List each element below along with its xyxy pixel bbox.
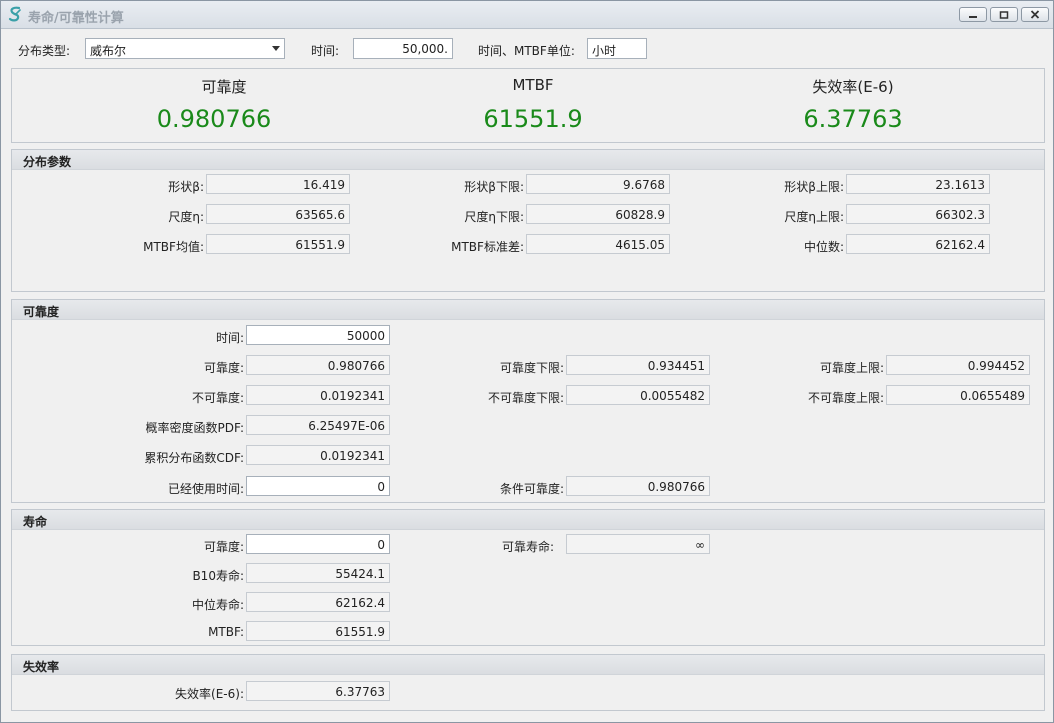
cond-rel-value: 0.980766 (566, 476, 710, 496)
shape-high-label: 形状β上限: (784, 180, 844, 194)
unrel-high-label: 不可靠度上限: (807, 391, 884, 405)
scale-high-label: 尺度η上限: (784, 210, 844, 224)
title-bar[interactable]: 寿命/可靠性计算 (1, 1, 1053, 29)
rel-life-label: 可靠寿命: (501, 540, 554, 554)
median-label: 中位数: (803, 240, 844, 254)
shape-value: 16.419 (206, 174, 350, 194)
distribution-type-select[interactable]: 威布尔 (85, 38, 285, 59)
unrel-value: 0.0192341 (246, 385, 390, 405)
maximize-button[interactable] (990, 7, 1018, 22)
unrel-low-label: 不可靠度下限: (487, 391, 564, 405)
b10-life-value: 55424.1 (246, 563, 390, 583)
distribution-params-panel: 分布参数 形状β: 16.419 形状β下限: 9.6768 形状β上限: 23… (11, 149, 1045, 292)
shape-high-value: 23.1613 (846, 174, 990, 194)
summary-failure-label: 失效率(E-6) (812, 78, 894, 96)
life-rel-input[interactable]: 0 (246, 534, 390, 554)
unit-label: 时间、MTBF单位: (478, 44, 575, 58)
minimize-button[interactable] (959, 7, 987, 22)
mtbf-std-value: 4615.05 (526, 234, 670, 254)
life-title: 寿命 (12, 510, 1044, 530)
distribution-params-title: 分布参数 (12, 150, 1044, 170)
close-icon (1030, 10, 1040, 19)
cdf-value: 0.0192341 (246, 445, 390, 465)
life-rel-label: 可靠度: (203, 540, 244, 554)
unit-input[interactable]: 小时 (587, 38, 647, 59)
median-life-value: 62162.4 (246, 592, 390, 612)
scale-low-value: 60828.9 (526, 204, 670, 224)
rel-high-label: 可靠度上限: (819, 361, 884, 375)
summary-reliability-value: 0.980766 (156, 105, 272, 133)
maximize-icon (999, 10, 1009, 19)
cond-rel-label: 条件可靠度: (499, 482, 564, 496)
shape-label: 形状β: (168, 180, 204, 194)
time-label: 时间: (311, 44, 340, 58)
unrel-high-value: 0.0655489 (886, 385, 1030, 405)
failure-rate-label: 失效率(E-6): (175, 687, 244, 701)
life-mtbf-value: 61551.9 (246, 621, 390, 641)
life-panel: 寿命 可靠度: 0 可靠寿命: ∞ B10寿命: 55424.1 中位寿命: 6… (11, 509, 1045, 646)
reliability-title: 可靠度 (12, 300, 1044, 320)
rel-label: 可靠度: (203, 361, 244, 375)
life-mtbf-label: MTBF: (208, 625, 244, 639)
calculator-window: 寿命/可靠性计算 分布类型: 威布尔 时间: 50,000. 时间、MTBF单位… (0, 0, 1054, 723)
pdf-label: 概率密度函数PDF: (145, 421, 245, 435)
used-time-input[interactable]: 0 (246, 476, 390, 496)
failure-rate-title: 失效率 (12, 655, 1044, 675)
rel-time-input[interactable]: 50000 (246, 325, 390, 345)
summary-panel: 可靠度 0.980766 MTBF 61551.9 失效率(E-6) 6.377… (11, 68, 1045, 143)
cdf-label: 累积分布函数CDF: (144, 451, 244, 465)
rel-high-value: 0.994452 (886, 355, 1030, 375)
rel-value: 0.980766 (246, 355, 390, 375)
used-time-label: 已经使用时间: (167, 482, 244, 496)
failure-rate-value: 6.37763 (246, 681, 390, 701)
rel-low-value: 0.934451 (566, 355, 710, 375)
app-logo-icon (8, 6, 21, 22)
median-life-label: 中位寿命: (191, 598, 244, 612)
distribution-type-value: 威布尔 (90, 44, 127, 58)
minimize-icon (969, 15, 977, 18)
shape-low-value: 9.6768 (526, 174, 670, 194)
failure-rate-panel: 失效率 失效率(E-6): 6.37763 (11, 654, 1045, 711)
summary-failure-value: 6.37763 (803, 105, 903, 133)
summary-mtbf-value: 61551.9 (483, 105, 583, 133)
reliability-panel: 可靠度 时间: 50000 可靠度: 0.980766 可靠度下限: 0.934… (11, 299, 1045, 503)
scale-high-value: 66302.3 (846, 204, 990, 224)
unrel-low-value: 0.0055482 (566, 385, 710, 405)
scale-value: 63565.6 (206, 204, 350, 224)
summary-reliability-label: 可靠度 (201, 78, 247, 96)
shape-low-label: 形状β下限: (464, 180, 524, 194)
distribution-type-label: 分布类型: (18, 44, 71, 58)
scale-low-label: 尺度η下限: (464, 210, 524, 224)
b10-life-label: B10寿命: (192, 569, 244, 583)
chevron-down-icon (272, 46, 280, 51)
close-button[interactable] (1021, 7, 1049, 22)
rel-time-label: 时间: (215, 331, 244, 345)
time-input[interactable]: 50,000. (353, 38, 453, 59)
unrel-label: 不可靠度: (191, 391, 244, 405)
mtbf-mean-label: MTBF均值: (143, 240, 204, 254)
median-value: 62162.4 (846, 234, 990, 254)
rel-life-value: ∞ (566, 534, 710, 554)
scale-label: 尺度η: (168, 210, 204, 224)
pdf-value: 6.25497E-06 (246, 415, 390, 435)
summary-mtbf-label: MTBF (512, 76, 554, 94)
mtbf-std-label: MTBF标准差: (451, 240, 524, 254)
window-title: 寿命/可靠性计算 (28, 11, 124, 26)
rel-low-label: 可靠度下限: (499, 361, 564, 375)
mtbf-mean-value: 61551.9 (206, 234, 350, 254)
